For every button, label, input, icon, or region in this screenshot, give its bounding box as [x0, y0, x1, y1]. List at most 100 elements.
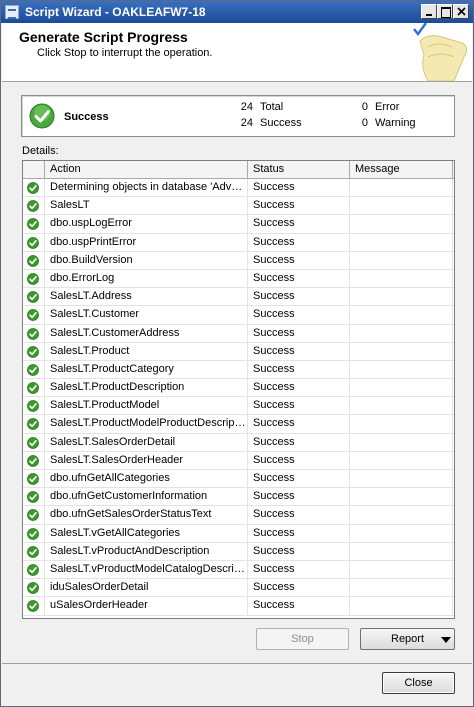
success-check-icon	[27, 345, 39, 358]
row-message	[350, 542, 453, 561]
dropdown-arrow-icon	[441, 637, 451, 643]
table-row[interactable]: dbo.ufnGetCustomerInformation Success	[23, 488, 454, 507]
table-row[interactable]: SalesLT.ProductModelProductDescription Su…	[23, 415, 454, 434]
row-status-icon-cell	[23, 542, 45, 561]
table-row[interactable]: SalesLT.ProductDescription Success	[23, 379, 454, 398]
row-message	[350, 415, 453, 434]
row-status-icon-cell	[23, 506, 45, 525]
title-bar[interactable]: Script Wizard - OAKLEAFW7-18	[1, 1, 473, 23]
row-action: SalesLT.vProductAndDescription	[45, 542, 248, 561]
table-row[interactable]: SalesLT Success	[23, 197, 454, 216]
row-status: Success	[248, 597, 350, 616]
row-message	[350, 397, 453, 416]
row-status: Success	[248, 324, 350, 343]
row-status: Success	[248, 233, 350, 252]
report-label: Report	[391, 633, 425, 645]
row-status-icon-cell	[23, 324, 45, 343]
row-message	[350, 470, 453, 488]
close-button[interactable]: Close	[382, 672, 455, 694]
table-row[interactable]: SalesLT.CustomerAddress Success	[23, 324, 454, 343]
row-status-icon-cell	[23, 433, 45, 452]
table-row[interactable]: SalesLT.Customer Success	[23, 306, 454, 325]
success-check-icon	[27, 545, 39, 558]
success-check-icon	[29, 103, 55, 129]
maximize-button[interactable]	[437, 4, 453, 19]
close-icon	[457, 7, 466, 16]
table-row[interactable]: dbo.ufnGetSalesOrderStatusText Success	[23, 506, 454, 525]
stop-button[interactable]: Stop	[256, 628, 349, 650]
row-status-icon-cell	[23, 397, 45, 416]
success-check-icon	[27, 254, 39, 267]
column-header-status[interactable]: Status	[248, 161, 350, 179]
table-row[interactable]: dbo.uspPrintError Success	[23, 233, 454, 252]
row-message	[350, 560, 453, 579]
success-check-icon	[27, 273, 39, 285]
summary-panel: Success 24 Total 24 Success 0 Error 0 Wa…	[21, 95, 455, 137]
row-action: SalesLT.SalesOrderDetail	[45, 433, 248, 452]
row-status-icon-cell	[23, 560, 45, 579]
table-row[interactable]: SalesLT.SalesOrderHeader Success	[23, 451, 454, 470]
table-row[interactable]: SalesLT.ProductCategory Success	[23, 360, 454, 380]
success-check-icon	[27, 363, 39, 376]
row-status-icon-cell	[23, 360, 45, 379]
row-message	[350, 251, 453, 270]
table-row[interactable]: SalesLT.Product Success	[23, 342, 454, 361]
success-check-icon	[27, 600, 39, 613]
table-row[interactable]: SalesLT.vGetAllCategories Success	[23, 524, 454, 543]
success-check-icon	[27, 436, 39, 449]
success-check-icon	[27, 236, 39, 249]
minimize-button[interactable]	[421, 4, 437, 19]
row-status-icon-cell	[23, 197, 45, 216]
row-message	[350, 288, 453, 307]
success-check-icon	[27, 309, 39, 322]
row-message	[350, 433, 453, 452]
column-header-action[interactable]: Action	[45, 161, 248, 179]
row-action: SalesLT.SalesOrderHeader	[45, 451, 248, 470]
row-message	[350, 269, 453, 288]
row-status-icon-cell	[23, 233, 45, 252]
success-check-icon	[27, 182, 39, 194]
row-action: SalesLT.ProductModelProductDescription	[45, 415, 248, 434]
row-message	[350, 197, 453, 216]
column-header-message[interactable]: Message	[350, 161, 453, 179]
row-action: dbo.uspPrintError	[45, 233, 248, 252]
table-row[interactable]: SalesLT.vProductModelCatalogDescript... S…	[23, 560, 454, 580]
success-check-icon	[27, 400, 39, 413]
row-status-icon-cell	[23, 597, 45, 616]
row-status: Success	[248, 306, 350, 325]
details-grid[interactable]: Action Status Message Determining object…	[22, 160, 455, 619]
row-status-icon-cell	[23, 179, 45, 197]
row-action: dbo.ufnGetSalesOrderStatusText	[45, 506, 248, 525]
row-message	[350, 579, 453, 598]
table-row[interactable]: dbo.uspLogError Success	[23, 215, 454, 234]
close-window-button[interactable]	[453, 4, 469, 19]
table-row[interactable]: dbo.BuildVersion Success	[23, 251, 454, 270]
table-row[interactable]: dbo.ErrorLog Success	[23, 269, 454, 289]
row-status-icon-cell	[23, 379, 45, 398]
total-label: Total	[260, 101, 284, 113]
row-status-icon-cell	[23, 579, 45, 598]
table-row[interactable]: SalesLT.SalesOrderDetail Success	[23, 433, 454, 452]
table-row[interactable]: SalesLT.ProductModel Success	[23, 397, 454, 416]
row-message	[350, 597, 453, 616]
row-status: Success	[248, 251, 350, 270]
row-message	[350, 451, 453, 470]
table-row[interactable]: iduSalesOrderDetail Success	[23, 579, 454, 598]
table-row[interactable]: SalesLT.Address Success	[23, 288, 454, 307]
warning-label: Warning	[375, 117, 416, 129]
row-status: Success	[248, 488, 350, 507]
row-message	[350, 342, 453, 361]
success-check-icon	[27, 509, 39, 522]
row-action: SalesLT.ProductDescription	[45, 379, 248, 398]
success-check-icon	[27, 582, 39, 595]
table-row[interactable]: uSalesOrderHeader Success	[23, 597, 454, 616]
table-row[interactable]: SalesLT.vProductAndDescription Success	[23, 542, 454, 561]
success-check-icon	[27, 473, 39, 485]
success-check-icon	[27, 564, 39, 576]
row-status: Success	[248, 451, 350, 470]
table-row[interactable]: dbo.ufnGetAllCategories Success	[23, 470, 454, 489]
table-row[interactable]: Determining objects in database 'Adven..…	[23, 179, 454, 198]
report-button[interactable]: Report	[360, 628, 455, 650]
column-header-icon[interactable]	[23, 161, 45, 179]
row-status-icon-cell	[23, 269, 45, 288]
